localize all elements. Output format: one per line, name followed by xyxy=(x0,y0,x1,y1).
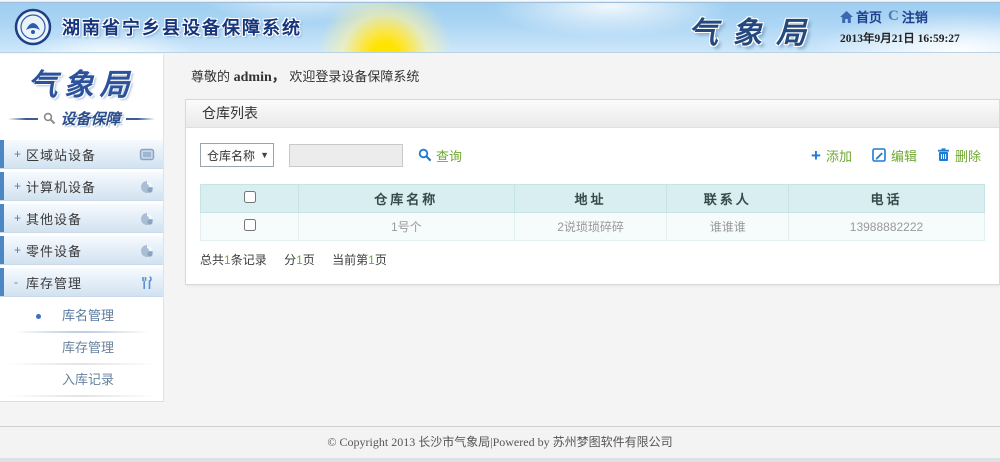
device-icon xyxy=(139,243,155,259)
cell-contact: 谁谁谁 xyxy=(667,213,789,241)
system-title: 湖南省宁乡县设备保障系统 xyxy=(62,14,302,40)
search-input[interactable] xyxy=(289,144,403,167)
table-header-row: 仓库名称 地址 联系人 电话 xyxy=(201,185,985,213)
main-content: 尊敬的 admin， 欢迎登录设备保障系统 仓库列表 仓库名称 ▼ 查询 xyxy=(165,54,1000,426)
search-field-selected-value: 仓库名称 xyxy=(207,147,255,164)
trash-icon xyxy=(937,148,950,162)
submenu-item-label: 入库记录 xyxy=(62,372,114,387)
cell-address: 2说琐琐碎碎 xyxy=(514,213,667,241)
home-icon xyxy=(840,11,853,23)
submenu-item-label: 库存管理 xyxy=(62,340,114,355)
inventory-submenu: 库名管理 库存管理 入库记录 xyxy=(0,299,163,399)
sidebar-item-computer-equipment[interactable]: + 计算机设备 xyxy=(0,171,163,201)
search-deco-icon xyxy=(43,112,56,125)
logo-rule-left xyxy=(8,118,38,120)
warehouse-table: 仓库名称 地址 联系人 电话 1号个 2说琐琐碎碎 谁谁谁 1398888222… xyxy=(200,184,985,241)
footer: © Copyright 2013 长沙市气象局|Powered by 苏州梦图软… xyxy=(0,426,1000,462)
pagination: 总共1条记录 分1页 当前第1页 xyxy=(200,251,985,268)
sidebar-logo-title: 气象局 xyxy=(0,60,163,104)
top-banner: 湖南省宁乡县设备保障系统 气象局 首页 C 注销 2013年9月21日 16:5… xyxy=(0,0,1000,53)
submenu-item-inbound-records[interactable]: 入库记录 xyxy=(0,365,163,395)
agency-title: 气象局 xyxy=(688,8,820,52)
home-link[interactable]: 首页 xyxy=(840,7,882,26)
edit-icon xyxy=(872,148,886,162)
logout-icon: C xyxy=(888,9,899,24)
logo-rule-right xyxy=(126,118,156,120)
sidebar-logo: 气象局 设备保障 xyxy=(0,54,163,129)
action-buttons: + 添加 编辑 删除 xyxy=(811,146,985,165)
delete-button-label: 删除 xyxy=(955,146,981,165)
col-header-address: 地址 xyxy=(514,185,667,213)
cell-phone: 13988882222 xyxy=(788,213,984,241)
expand-plus-icon: + xyxy=(14,147,26,161)
copyright-text: © Copyright 2013 长沙市气象局|Powered by 苏州梦图软… xyxy=(0,427,1000,457)
col-header-contact: 联系人 xyxy=(667,185,789,213)
select-all-checkbox[interactable] xyxy=(244,191,256,203)
panel-title: 仓库列表 xyxy=(186,100,999,128)
sidebar-item-label: 区域站设备 xyxy=(26,145,96,164)
sidebar-item-other-equipment[interactable]: + 其他设备 xyxy=(0,203,163,233)
device-icon xyxy=(139,211,155,227)
search-icon xyxy=(418,148,432,162)
sidebar-item-region-station-equipment[interactable]: + 区域站设备 xyxy=(0,139,163,169)
monitor-icon xyxy=(139,147,155,163)
col-header-warehouse-name: 仓库名称 xyxy=(299,185,515,213)
sidebar-item-inventory-management[interactable]: - 库存管理 xyxy=(0,267,163,297)
search-button[interactable]: 查询 xyxy=(418,146,462,165)
search-field-select[interactable]: 仓库名称 ▼ xyxy=(200,143,274,167)
edit-button-label: 编辑 xyxy=(891,146,917,165)
pagination-current: 当前第1页 xyxy=(332,253,387,267)
logout-link-label: 注销 xyxy=(902,7,928,26)
pagination-total: 总共1条记录 xyxy=(200,253,267,267)
delete-button[interactable]: 删除 xyxy=(937,146,981,165)
banner-top-line xyxy=(0,0,1000,3)
greeting-username: admin， xyxy=(234,70,286,85)
sidebar-item-label: 零件设备 xyxy=(26,241,82,260)
device-icon xyxy=(139,179,155,195)
tools-icon xyxy=(139,275,155,291)
row-checkbox[interactable] xyxy=(244,219,256,231)
chevron-down-icon: ▼ xyxy=(260,150,269,160)
sidebar-logo-subtitle: 设备保障 xyxy=(61,108,121,129)
add-button[interactable]: + 添加 xyxy=(811,146,852,165)
warehouse-list-panel: 仓库列表 仓库名称 ▼ 查询 + 添加 xyxy=(185,99,1000,285)
datetime: 2013年9月21日 16:59:27 xyxy=(840,30,990,46)
submenu-item-label: 库名管理 xyxy=(62,308,114,323)
submenu-item-inventory-management[interactable]: 库存管理 xyxy=(0,333,163,363)
greeting-suffix: 欢迎登录设备保障系统 xyxy=(289,69,419,84)
sidebar-item-label: 其他设备 xyxy=(26,209,82,228)
sidebar-item-parts-equipment[interactable]: + 零件设备 xyxy=(0,235,163,265)
cell-warehouse-name: 1号个 xyxy=(299,213,515,241)
pagination-pages: 分1页 xyxy=(284,253,315,267)
home-link-label: 首页 xyxy=(856,7,882,26)
sidebar: 气象局 设备保障 + 区域站设备 + 计算机设备 + 其他设备 + 零件设备 xyxy=(0,54,164,402)
col-header-phone: 电话 xyxy=(788,185,984,213)
footer-bottom-strip xyxy=(0,458,1000,462)
search-button-label: 查询 xyxy=(436,146,462,165)
greeting-text: 尊敬的 admin， 欢迎登录设备保障系统 xyxy=(165,54,1000,86)
expand-plus-icon: + xyxy=(14,179,26,193)
toolbar: 仓库名称 ▼ 查询 + 添加 xyxy=(200,142,985,168)
submenu-divider xyxy=(6,395,157,397)
banner-nav: 首页 C 注销 2013年9月21日 16:59:27 xyxy=(840,7,990,46)
logout-link[interactable]: C 注销 xyxy=(888,7,928,26)
sidebar-item-label: 计算机设备 xyxy=(26,177,96,196)
submenu-item-warehouse-name-management[interactable]: 库名管理 xyxy=(0,301,163,331)
active-bullet-icon xyxy=(36,314,41,319)
expand-plus-icon: + xyxy=(14,243,26,257)
sidebar-item-label: 库存管理 xyxy=(26,273,82,292)
table-row[interactable]: 1号个 2说琐琐碎碎 谁谁谁 13988882222 xyxy=(201,213,985,241)
edit-button[interactable]: 编辑 xyxy=(872,146,917,165)
add-button-label: 添加 xyxy=(826,146,852,165)
greeting-prefix: 尊敬的 xyxy=(191,69,230,84)
collapse-minus-icon: - xyxy=(14,275,26,289)
expand-plus-icon: + xyxy=(14,211,26,225)
plus-icon: + xyxy=(811,147,821,164)
agency-logo xyxy=(14,8,52,46)
